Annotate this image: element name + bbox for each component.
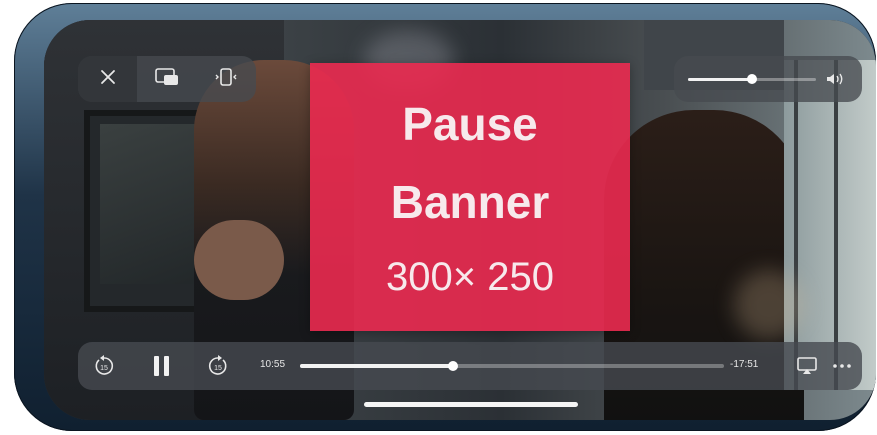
video-screen[interactable]: Pause Banner 300× 250 15 15 10:55 -17:51 bbox=[44, 20, 876, 420]
more-icon bbox=[833, 364, 851, 368]
picture-in-picture-button[interactable] bbox=[137, 56, 196, 102]
scrubber[interactable] bbox=[300, 361, 724, 371]
rotation-lock-icon bbox=[213, 67, 239, 92]
volume-fill bbox=[688, 78, 752, 81]
pause-icon bbox=[154, 356, 169, 376]
scrubber-fill bbox=[300, 364, 453, 368]
skip-forward-seconds: 15 bbox=[214, 365, 222, 372]
airplay-button[interactable] bbox=[794, 353, 820, 379]
home-indicator[interactable] bbox=[364, 402, 578, 407]
pause-button[interactable] bbox=[148, 352, 176, 380]
ad-title-line-1: Pause bbox=[402, 98, 538, 150]
elapsed-time: 10:55 bbox=[260, 359, 286, 370]
rotation-lock-button[interactable] bbox=[196, 56, 255, 102]
airplay-icon bbox=[797, 357, 817, 374]
phone-frame: Pause Banner 300× 250 15 15 10:55 -17:51 bbox=[14, 3, 876, 431]
top-controls bbox=[78, 56, 256, 102]
skip-forward-button[interactable]: 15 bbox=[204, 352, 232, 380]
more-button[interactable] bbox=[828, 353, 856, 379]
skip-back-seconds: 15 bbox=[100, 365, 108, 372]
pause-ad-banner[interactable]: Pause Banner 300× 250 bbox=[310, 63, 630, 331]
volume-slider[interactable] bbox=[688, 74, 816, 84]
ad-size-label: 300× 250 bbox=[386, 255, 554, 299]
close-icon bbox=[99, 68, 117, 91]
picture-in-picture-icon bbox=[154, 67, 180, 92]
playback-controls: 15 15 10:55 -17:51 bbox=[78, 342, 862, 390]
speaker-icon[interactable] bbox=[824, 70, 846, 93]
ad-title-line-2: Banner bbox=[390, 176, 550, 228]
volume-knob[interactable] bbox=[747, 74, 757, 84]
remaining-time: -17:51 bbox=[730, 359, 759, 370]
close-button[interactable] bbox=[78, 56, 137, 102]
scrubber-knob[interactable] bbox=[447, 361, 458, 371]
skip-back-button[interactable]: 15 bbox=[90, 352, 118, 380]
skip-forward-icon: 15 bbox=[208, 355, 227, 375]
skip-back-icon: 15 bbox=[95, 355, 114, 375]
volume-control bbox=[674, 56, 862, 102]
